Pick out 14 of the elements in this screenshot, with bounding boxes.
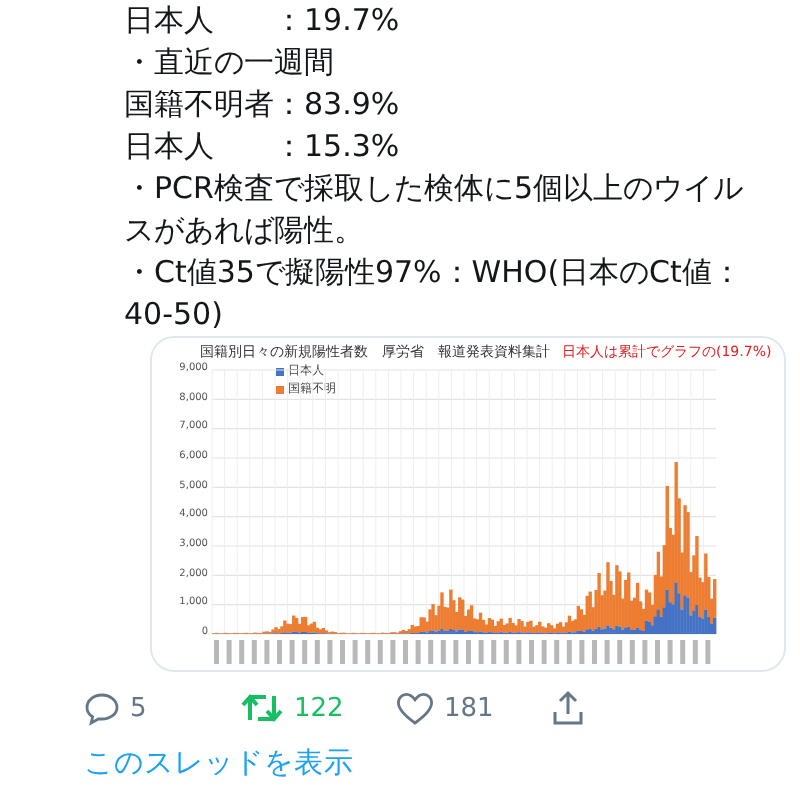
tweet-text: ・直近の一週間 [124,42,336,84]
reply-icon[interactable] [84,691,120,725]
show-thread-link[interactable]: このスレッドを表示 [84,744,354,782]
tweet-text: 国籍不明者：83.9% [124,84,402,126]
retweet-count: 122 [294,693,344,723]
like-count: 181 [444,693,494,723]
tweet-text: 日本人 ：19.7% [124,0,402,42]
heart-icon[interactable] [396,691,434,725]
tweet-text: ・Ct値35で擬陽性97%：WHO(日本のCt値：40-50) [124,252,744,336]
reply-count: 5 [130,693,147,723]
retweet-icon[interactable] [240,692,284,724]
tweet-text: 日本人 ：15.3% [124,126,402,168]
tweet-text: ・PCR検査で採取した検体に5個以上のウイルスがあれば陽性。 [124,168,745,252]
share-icon[interactable] [552,690,584,726]
